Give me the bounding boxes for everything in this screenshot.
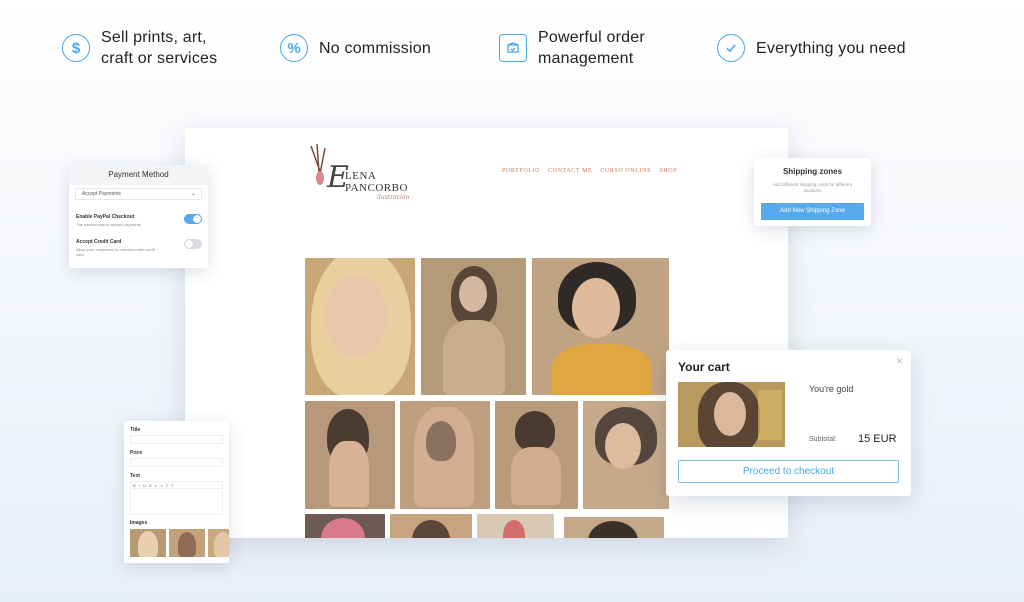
artwork-thumb[interactable] bbox=[583, 401, 669, 509]
title-label: Title bbox=[130, 427, 141, 433]
images-label: Images bbox=[130, 520, 148, 526]
logo-line3: ilustración bbox=[377, 194, 410, 201]
text-label: Text bbox=[130, 473, 140, 479]
dollar-icon: $ bbox=[62, 34, 90, 62]
toggle-knob bbox=[185, 240, 193, 248]
paypal-desc: The easiest way to accept payments bbox=[76, 222, 141, 227]
artwork-thumb[interactable] bbox=[305, 401, 395, 509]
artwork-thumb[interactable] bbox=[532, 258, 669, 395]
artwork-thumb[interactable] bbox=[495, 401, 578, 509]
payment-select[interactable]: Accept Payments ⌄ bbox=[75, 188, 202, 200]
payment-select-value: Accept Payments bbox=[82, 191, 121, 197]
subtotal-value: 15 EUR bbox=[858, 433, 897, 445]
check-icon bbox=[717, 34, 745, 62]
cart-product-name[interactable]: You're gold bbox=[809, 384, 853, 394]
product-editor-panel: Title Price Text B I U S ◐ ◑ ≡ ≡ Images bbox=[124, 421, 229, 563]
nav-portfolio[interactable]: PORTFOLIO bbox=[502, 168, 540, 174]
cart-product-image bbox=[678, 382, 785, 447]
artwork-gallery bbox=[305, 258, 670, 538]
shipping-desc: Add different shipping costs for differe… bbox=[772, 182, 853, 193]
nav-curso[interactable]: CURSO ONLINE bbox=[600, 168, 651, 174]
paypal-toggle[interactable] bbox=[184, 214, 202, 224]
credit-card-setting: Accept Credit Card Allow your customers … bbox=[76, 239, 202, 257]
text-area[interactable] bbox=[130, 489, 223, 515]
shipping-zones-panel: Shipping zones Add different shipping co… bbox=[754, 158, 871, 226]
close-icon[interactable]: × bbox=[896, 354, 903, 368]
percent-icon: % bbox=[280, 34, 308, 62]
features-row: $ Sell prints, art, craft or services % … bbox=[62, 26, 962, 70]
price-label: Price bbox=[130, 450, 143, 456]
toggle-knob bbox=[193, 215, 201, 223]
artwork-thumb[interactable] bbox=[421, 258, 526, 395]
logo-line1: LENA bbox=[345, 170, 377, 182]
image-thumb[interactable] bbox=[208, 529, 229, 557]
text-toolbar[interactable]: B I U S ◐ ◑ ≡ ≡ bbox=[130, 481, 223, 489]
artwork-thumb[interactable] bbox=[400, 401, 490, 509]
feature-orders-line1: Powerful order bbox=[538, 29, 645, 46]
paypal-setting: Enable PayPal Checkout The easiest way t… bbox=[76, 214, 202, 227]
shipping-title: Shipping zones bbox=[782, 167, 843, 176]
artwork-thumb[interactable] bbox=[477, 514, 554, 538]
add-shipping-zone-button[interactable]: Add New Shipping Zone bbox=[761, 203, 864, 220]
feature-commission-label: No commission bbox=[319, 39, 431, 57]
proceed-to-checkout-button[interactable]: Proceed to checkout bbox=[678, 460, 899, 483]
logo-line2: PANCORBO bbox=[345, 182, 408, 194]
chevron-down-icon: ⌄ bbox=[190, 191, 196, 197]
card-desc: Allow your customers to checkout with cr… bbox=[76, 247, 155, 257]
card-toggle[interactable] bbox=[184, 239, 202, 249]
artwork-thumb[interactable] bbox=[305, 514, 385, 538]
package-icon bbox=[499, 34, 527, 62]
cart-title: Your cart bbox=[678, 360, 730, 374]
image-thumb[interactable] bbox=[169, 529, 205, 557]
payment-panel-title: Payment Method bbox=[69, 165, 208, 185]
site-logo[interactable]: E LENA PANCORBO ilustración bbox=[303, 140, 413, 202]
artwork-thumb[interactable] bbox=[305, 258, 415, 395]
feature-sell-line1: Sell prints, art, bbox=[101, 29, 207, 46]
artwork-thumb[interactable] bbox=[390, 514, 472, 538]
cart-panel: Your cart × You're gold Subtotal: 15 EUR… bbox=[666, 350, 911, 496]
feature-everything: Everything you need bbox=[717, 26, 906, 70]
feature-sell-line2: craft or services bbox=[101, 50, 218, 67]
subtotal-label: Subtotal: bbox=[809, 436, 837, 443]
feature-commission: % No commission bbox=[280, 26, 431, 70]
title-input[interactable] bbox=[130, 435, 223, 444]
feature-orders-line2: management bbox=[538, 50, 634, 67]
feature-everything-label: Everything you need bbox=[756, 39, 906, 57]
price-input[interactable] bbox=[130, 458, 223, 467]
payment-method-panel: Payment Method Accept Payments ⌄ Enable … bbox=[69, 165, 208, 268]
image-thumb[interactable] bbox=[130, 529, 166, 557]
nav-contact[interactable]: CONTACT ME bbox=[548, 168, 592, 174]
nav-shop[interactable]: SHOP bbox=[659, 168, 677, 174]
feature-orders: Powerful order management bbox=[499, 26, 645, 70]
artwork-thumb[interactable] bbox=[564, 517, 664, 538]
feature-sell: $ Sell prints, art, craft or services bbox=[62, 26, 217, 70]
site-nav: PORTFOLIO CONTACT ME CURSO ONLINE SHOP bbox=[502, 168, 677, 174]
